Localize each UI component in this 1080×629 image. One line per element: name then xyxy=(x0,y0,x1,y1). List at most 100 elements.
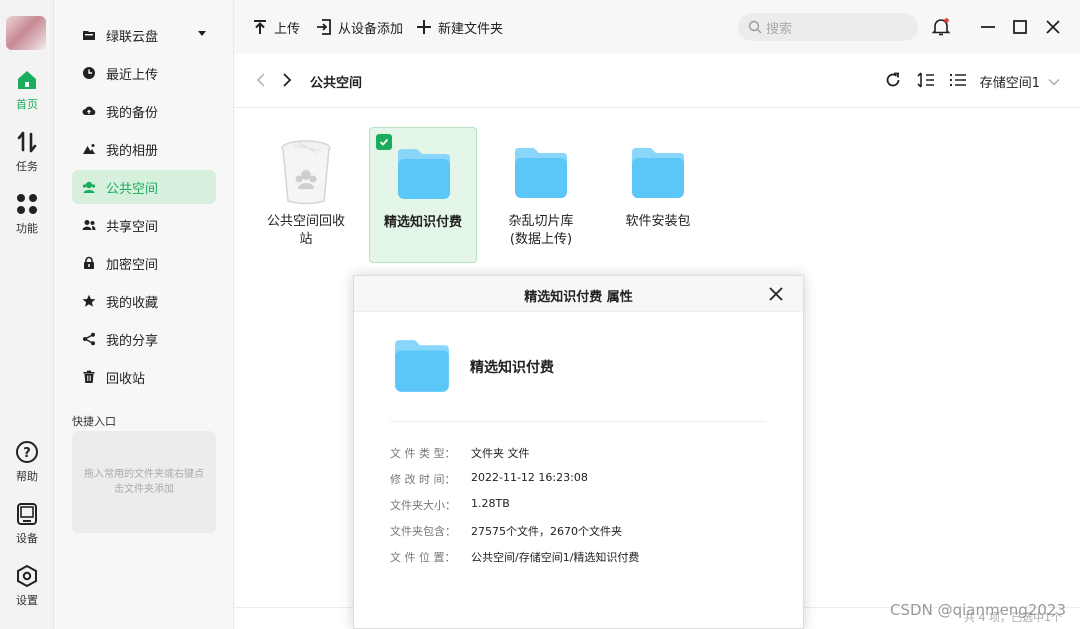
list-view-icon[interactable] xyxy=(949,72,967,88)
checkbox-checked[interactable] xyxy=(376,134,392,150)
maximize-button[interactable] xyxy=(1010,17,1030,37)
user-avatar[interactable] xyxy=(6,16,46,50)
sidebar-item-public-space[interactable]: 公共空间 xyxy=(72,170,216,204)
plus-icon xyxy=(417,20,431,34)
notifications-button[interactable] xyxy=(931,17,951,37)
trash-icon xyxy=(82,370,96,384)
file-tile[interactable]: 软件安装包 xyxy=(604,127,712,263)
minimize-button[interactable] xyxy=(978,17,998,37)
file-tile[interactable]: 杂乱切片库(数据上传) xyxy=(487,127,595,263)
close-window-button[interactable] xyxy=(1043,17,1063,37)
sidebar-item-encrypted-space[interactable]: 加密空间 xyxy=(72,246,216,280)
top-toolbar: 上传 从设备添加 新建文件夹 搜索 xyxy=(234,0,1080,54)
folder-icon xyxy=(515,148,567,198)
watermark: CSDN @qianmeng2023 xyxy=(890,601,1066,619)
storage-selector[interactable]: 存储空间1 xyxy=(980,72,1060,91)
dialog-header: 精选知识付费 属性 xyxy=(354,276,803,312)
upload-icon xyxy=(254,20,266,34)
sidebar-item-ugreen-cloud[interactable]: 绿联云盘 xyxy=(72,18,216,52)
sidebar-item-shared-space[interactable]: 共享空间 xyxy=(72,208,216,242)
public-space-icon xyxy=(82,180,96,194)
file-tile[interactable]: 公共空间回收站 xyxy=(252,127,360,263)
rail-devices[interactable]: 设备 xyxy=(0,502,54,546)
new-folder-button[interactable]: 新建文件夹 xyxy=(416,17,503,37)
cloud-upload-icon xyxy=(82,104,96,118)
clock-icon xyxy=(82,66,96,80)
svg-text:?: ? xyxy=(23,446,31,461)
quick-access-title: 快捷入口 xyxy=(72,415,116,428)
rail-home-label: 首页 xyxy=(16,98,38,111)
sidebar-item-label: 回收站 xyxy=(106,371,146,387)
sidebar-item-my-backup[interactable]: 我的备份 xyxy=(72,94,216,128)
settings-icon xyxy=(17,564,37,588)
file-name: 软件安装包 xyxy=(625,214,691,229)
property-row: 修 改 时 间： 2022-11-12 16:23:08 xyxy=(390,471,588,487)
property-row: 文 件 类 型： 文件夹 文件 xyxy=(390,445,530,461)
sidebar-item-label: 我的分享 xyxy=(106,333,159,349)
storage-label: 存储空间1 xyxy=(979,76,1040,91)
bell-icon xyxy=(931,18,951,36)
rail-devices-label: 设备 xyxy=(16,532,38,545)
chevron-down-icon xyxy=(1048,78,1060,85)
rail-features[interactable]: 功能 xyxy=(0,192,54,236)
sidebar-item-recent-uploads[interactable]: 最近上传 xyxy=(72,56,216,90)
quick-access-dropzone[interactable]: 拖入常用的文件夹或右键点击文件夹添加 xyxy=(72,431,216,533)
sidebar-item-label: 我的相册 xyxy=(106,143,159,159)
folder-icon xyxy=(398,149,450,199)
property-key: 修 改 时 间： xyxy=(390,473,456,486)
back-arrow-icon[interactable] xyxy=(254,72,268,88)
sidebar-item-recycle-bin[interactable]: 回收站 xyxy=(72,360,216,394)
page-title: 公共空间 xyxy=(310,76,363,91)
sidebar-item-my-favorites[interactable]: 我的收藏 xyxy=(72,284,216,318)
help-icon: ? xyxy=(16,441,38,463)
property-row: 文件夹包含： 27575个文件，2670个文件夹 xyxy=(390,523,622,539)
search-input[interactable]: 搜索 xyxy=(738,13,918,41)
device-icon xyxy=(17,503,37,525)
sidebar: 绿联云盘 最近上传 我的备份 我的相册 公共空间 共享空间 加密空间 我的收藏 … xyxy=(54,0,234,629)
share-icon xyxy=(82,332,96,346)
folder-dark-icon xyxy=(82,28,96,42)
folder-icon xyxy=(395,340,449,392)
grid-dots-icon xyxy=(17,194,37,214)
star-icon xyxy=(82,294,96,308)
property-key: 文件夹包含： xyxy=(390,525,456,538)
checkmark-icon xyxy=(379,138,389,146)
dialog-title: 精选知识付费 属性 xyxy=(524,290,633,305)
home-icon xyxy=(18,71,36,89)
sidebar-item-label: 公共空间 xyxy=(106,181,159,197)
file-tile-selected[interactable]: 精选知识付费 xyxy=(369,127,477,263)
rail-help[interactable]: ? 帮助 xyxy=(0,440,54,484)
property-key: 文 件 位 置： xyxy=(390,551,456,564)
upload-button[interactable]: 上传 xyxy=(252,17,300,37)
file-name: 公共空间回收站 xyxy=(266,214,345,247)
add-from-device-button[interactable]: 从设备添加 xyxy=(316,17,403,37)
transfer-icon xyxy=(17,131,37,153)
minimize-icon xyxy=(981,26,995,28)
rail-settings-label: 设置 xyxy=(16,594,38,607)
property-value: 文件夹 文件 xyxy=(471,447,530,460)
chevron-down-icon[interactable] xyxy=(198,31,206,36)
search-placeholder: 搜索 xyxy=(766,21,793,37)
breadcrumb: 公共空间 存储空间1 xyxy=(234,54,1080,108)
sidebar-item-label: 我的备份 xyxy=(106,105,159,121)
property-value: 1.28TB xyxy=(471,497,510,510)
close-icon[interactable] xyxy=(767,285,785,303)
rail-features-label: 功能 xyxy=(16,222,38,235)
add-from-device-label: 从设备添加 xyxy=(338,21,404,37)
rail-help-label: 帮助 xyxy=(16,470,38,483)
sidebar-item-label: 共享空间 xyxy=(106,219,159,235)
property-value: 27575个文件，2670个文件夹 xyxy=(471,525,622,538)
sort-icon[interactable] xyxy=(917,72,935,88)
sidebar-item-my-album[interactable]: 我的相册 xyxy=(72,132,216,166)
sidebar-item-my-shares[interactable]: 我的分享 xyxy=(72,322,216,356)
property-row: 文 件 位 置： 公共空间/存储空间1/精选知识付费 xyxy=(390,549,639,565)
sidebar-item-label: 最近上传 xyxy=(106,67,159,83)
forward-arrow-icon[interactable] xyxy=(280,72,294,88)
sidebar-item-label: 绿联云盘 xyxy=(106,29,159,45)
refresh-icon[interactable] xyxy=(885,72,901,88)
rail-home[interactable]: 首页 xyxy=(0,68,54,112)
property-value: 2022-11-12 16:23:08 xyxy=(471,471,588,484)
new-folder-label: 新建文件夹 xyxy=(438,21,504,37)
rail-settings[interactable]: 设置 xyxy=(0,564,54,608)
rail-tasks[interactable]: 任务 xyxy=(0,130,54,174)
